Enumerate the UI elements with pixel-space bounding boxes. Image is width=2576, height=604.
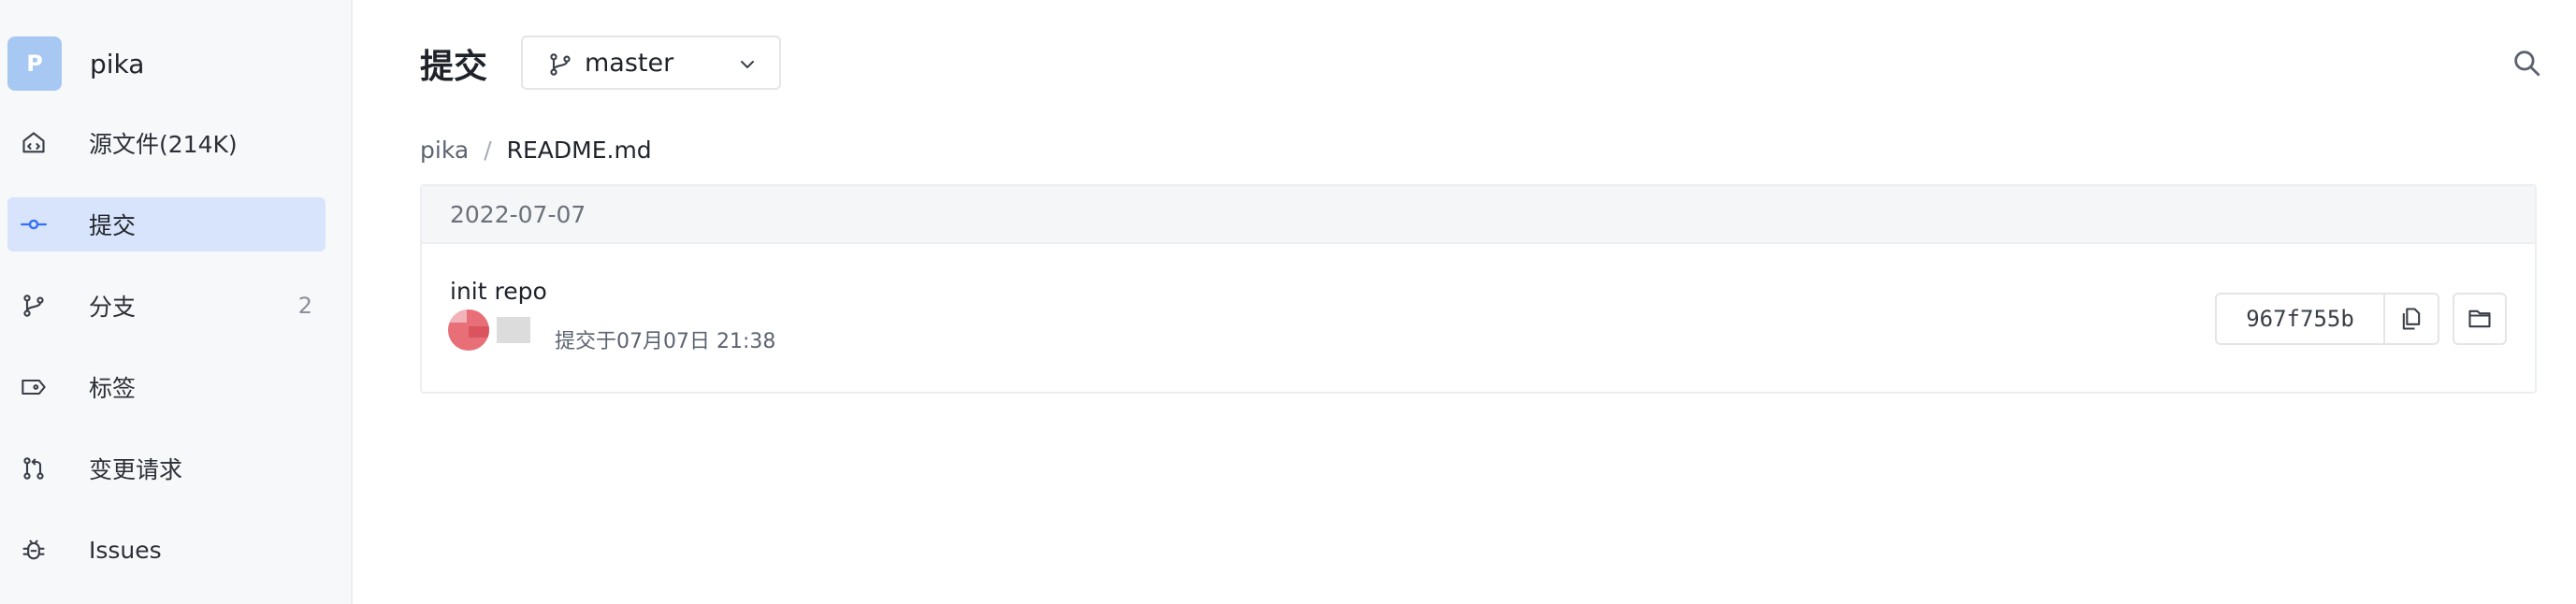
repo-name[interactable]: pika — [90, 49, 144, 79]
sidebar-item-merge-requests[interactable]: 变更请求 — [7, 441, 326, 496]
sidebar-item-branches[interactable]: 分支 2 — [7, 279, 326, 333]
avatar — [448, 309, 489, 351]
sidebar: P pika 源文件(214K) 提交 分支 2 标签 变更请求 Issues — [0, 0, 353, 604]
commit-actions: 967f755b — [2215, 293, 2507, 345]
commit-date-header: 2022-07-07 — [422, 186, 2535, 244]
copy-sha-button[interactable] — [2385, 293, 2439, 345]
chevron-down-icon — [741, 61, 754, 68]
sidebar-item-label: 提交 — [89, 212, 137, 239]
sidebar-item-commits[interactable]: 提交 — [7, 197, 326, 252]
author-name-redacted — [497, 317, 530, 343]
sidebar-item-label: 分支 — [89, 294, 137, 321]
sidebar-item-source[interactable]: 源文件(214K) — [7, 116, 326, 170]
breadcrumb-root-link[interactable]: pika — [420, 137, 469, 164]
commit-sha-button[interactable]: 967f755b — [2215, 293, 2385, 345]
commit-list: 2022-07-07 init repo 提交于07月07日 21:38 967… — [420, 184, 2537, 394]
main-content: 提交 master pika / README.md 2022-07-07 in… — [353, 0, 2576, 604]
sidebar-item-label: 标签 — [89, 375, 137, 402]
search-icon[interactable] — [2511, 47, 2542, 79]
branch-count-badge: 2 — [297, 293, 312, 319]
bug-icon — [21, 537, 47, 563]
breadcrumb: pika / README.md — [420, 137, 652, 164]
code-file-icon — [21, 130, 47, 156]
sidebar-nav: 源文件(214K) 提交 分支 2 标签 变更请求 Issues — [7, 116, 326, 604]
breadcrumb-separator: / — [484, 137, 492, 164]
sidebar-item-label: Issues — [89, 536, 162, 564]
browse-files-button[interactable] — [2453, 293, 2507, 345]
commit-message[interactable]: init repo — [450, 278, 547, 305]
repo-header[interactable]: P pika — [7, 36, 144, 92]
copy-icon — [2402, 308, 2421, 330]
commit-meta: 提交于07月07日 21:38 — [555, 330, 776, 353]
page-title: 提交 — [420, 48, 488, 86]
branch-icon — [550, 53, 571, 76]
sidebar-item-tags[interactable]: 标签 — [7, 360, 326, 414]
sidebar-item-label: 源文件(214K) — [89, 131, 238, 158]
branch-selector[interactable]: master — [521, 36, 781, 90]
tag-icon — [21, 374, 47, 400]
commit-icon — [21, 211, 47, 237]
folder-icon — [2468, 309, 2491, 328]
branch-icon — [21, 293, 47, 319]
breadcrumb-current: README.md — [506, 137, 652, 164]
repo-avatar: P — [7, 36, 62, 91]
commit-date: 2022-07-07 — [450, 201, 586, 228]
pull-request-icon — [21, 455, 47, 482]
branch-name: master — [585, 48, 674, 78]
sidebar-item-label: 变更请求 — [89, 456, 183, 483]
sidebar-item-issues[interactable]: Issues — [7, 523, 326, 577]
